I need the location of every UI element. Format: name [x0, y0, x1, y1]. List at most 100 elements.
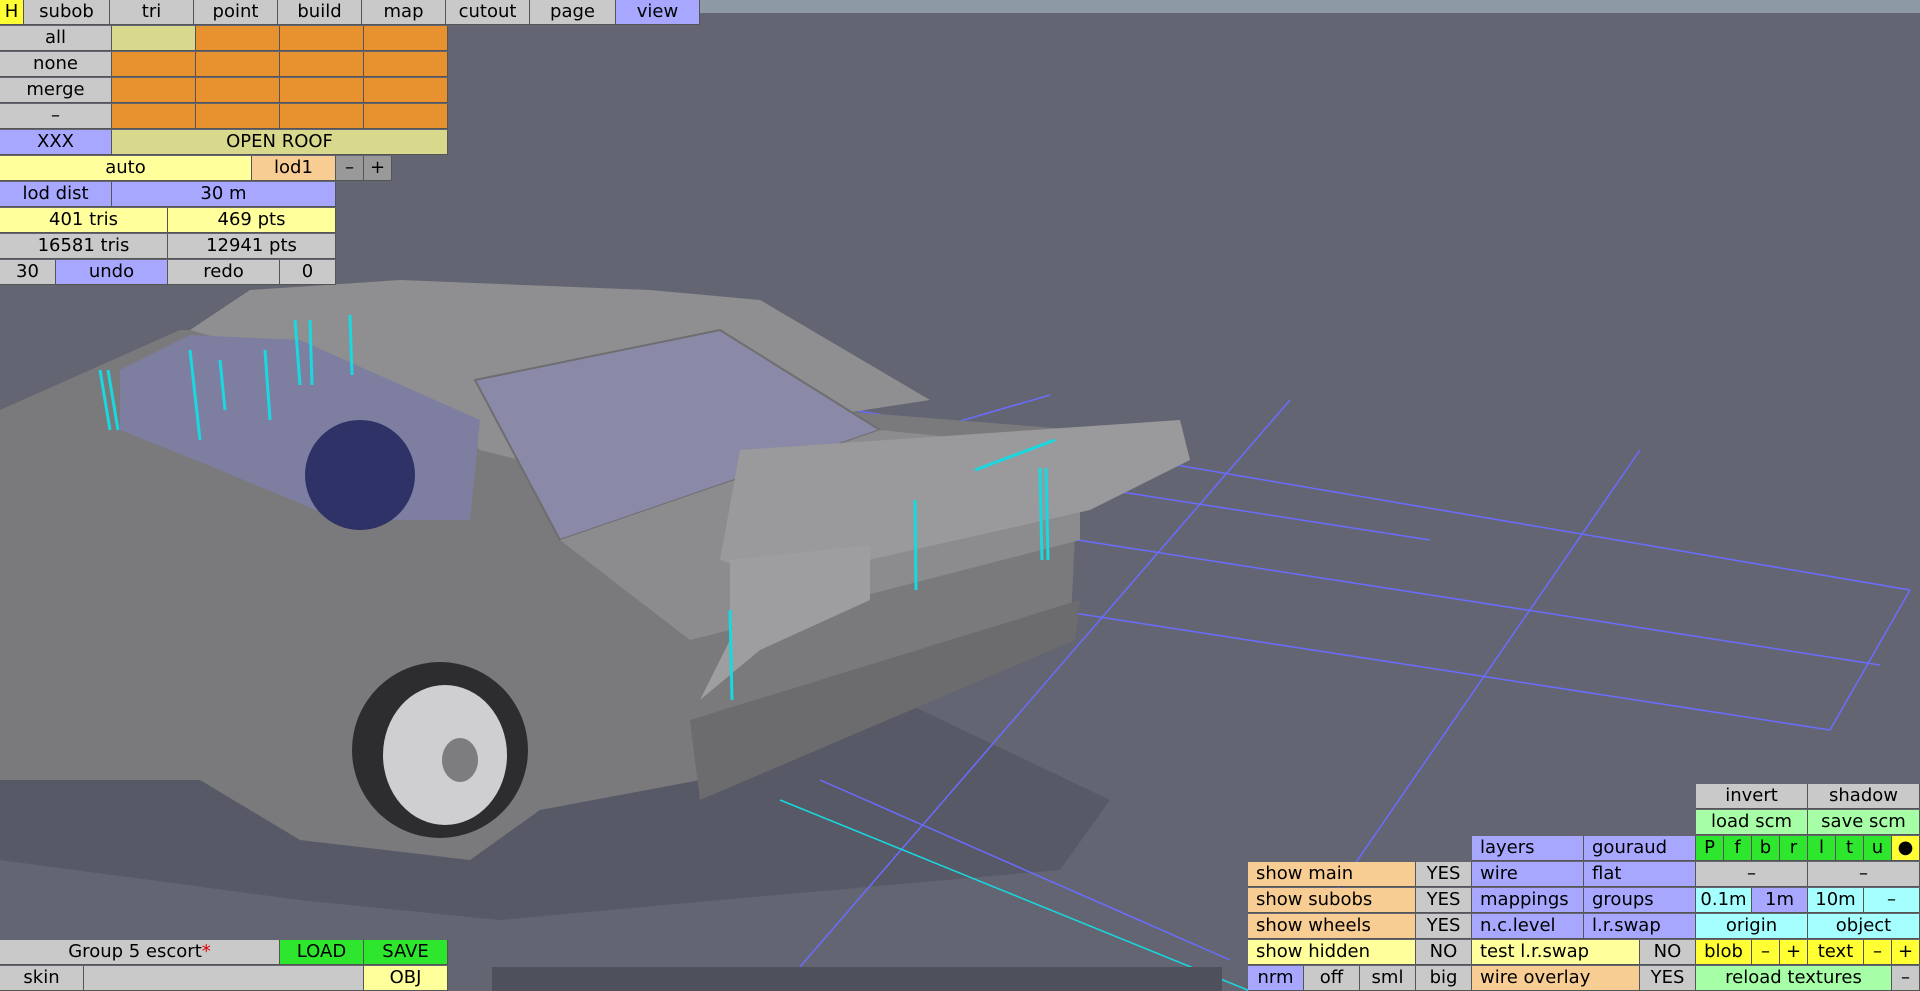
nc-level-button[interactable]: n.c.level	[1472, 914, 1584, 939]
viewport-bottom-bar	[492, 967, 1222, 991]
show-subobs-toggle[interactable]: show subobs	[1248, 888, 1416, 913]
tab-map[interactable]: map	[362, 0, 446, 25]
load-button[interactable]: LOAD	[280, 940, 364, 965]
undo-button[interactable]: undo	[56, 260, 168, 285]
show-wheels-value[interactable]: YES	[1416, 914, 1472, 939]
reload-dash-button[interactable]: –	[1892, 966, 1920, 991]
view-dir-p-button[interactable]: P	[1696, 836, 1724, 861]
test-lr-swap-toggle[interactable]: test l.r.swap	[1472, 940, 1640, 965]
show-hidden-value[interactable]: NO	[1416, 940, 1472, 965]
car-rear-hub	[442, 738, 478, 782]
selection-slot-3a[interactable]	[112, 78, 196, 103]
show-wheels-toggle[interactable]: show wheels	[1248, 914, 1416, 939]
select-none-button[interactable]: none	[0, 52, 112, 77]
view-dir-u-button[interactable]: u	[1864, 836, 1892, 861]
lod-plus-button[interactable]: +	[364, 156, 392, 181]
text-button[interactable]: text	[1808, 940, 1864, 965]
view-dir-t-button[interactable]: t	[1836, 836, 1864, 861]
show-hidden-toggle[interactable]: show hidden	[1248, 940, 1416, 965]
tab-page[interactable]: page	[530, 0, 616, 25]
selection-slot-3d[interactable]	[364, 78, 448, 103]
grid-0-1m-button[interactable]: 0.1m	[1696, 888, 1752, 913]
tab-view[interactable]: view	[616, 0, 700, 25]
dash-button-right[interactable]: –	[1808, 862, 1920, 887]
save-scm-button[interactable]: save scm	[1808, 810, 1920, 835]
test-lr-swap-value[interactable]: NO	[1640, 940, 1696, 965]
tab-build[interactable]: build	[278, 0, 362, 25]
selection-slot-2d[interactable]	[364, 52, 448, 77]
obj-button[interactable]: OBJ	[364, 966, 448, 991]
tab-tri[interactable]: tri	[110, 0, 194, 25]
undo-count: 30	[0, 260, 56, 285]
wire-overlay-toggle[interactable]: wire overlay	[1472, 966, 1640, 991]
lod-dist-value[interactable]: 30 m	[112, 182, 336, 207]
selection-slot-3c[interactable]	[280, 78, 364, 103]
origin-button[interactable]: origin	[1696, 914, 1808, 939]
view-dir-dot-button[interactable]: ●	[1892, 836, 1920, 861]
skin-field[interactable]	[84, 966, 364, 991]
selection-slot-4a[interactable]	[112, 104, 196, 129]
size-sml-button[interactable]: sml	[1360, 966, 1416, 991]
mappings-button[interactable]: mappings	[1472, 888, 1584, 913]
total-pts-count: 12941 pts	[168, 234, 336, 259]
show-subobs-value[interactable]: YES	[1416, 888, 1472, 913]
selection-slot-3b[interactable]	[196, 78, 280, 103]
size-nrm-button[interactable]: nrm	[1248, 966, 1304, 991]
merge-button[interactable]: merge	[0, 78, 112, 103]
redo-button[interactable]: redo	[168, 260, 280, 285]
tab-point[interactable]: point	[194, 0, 278, 25]
layers-button[interactable]: layers	[1472, 836, 1584, 861]
selection-slot-1d[interactable]	[364, 26, 448, 51]
object-button[interactable]: object	[1808, 914, 1920, 939]
grid-dash-button[interactable]: –	[1864, 888, 1920, 913]
save-button[interactable]: SAVE	[364, 940, 448, 965]
show-main-toggle[interactable]: show main	[1248, 862, 1416, 887]
view-dir-l-button[interactable]: l	[1808, 836, 1836, 861]
dash-button[interactable]: –	[0, 104, 112, 129]
view-dir-b-button[interactable]: b	[1752, 836, 1780, 861]
layer-name-button[interactable]: XXX	[0, 130, 112, 155]
tab-subob[interactable]: subob	[24, 0, 110, 25]
load-scm-button[interactable]: load scm	[1696, 810, 1808, 835]
groups-button[interactable]: groups	[1584, 888, 1696, 913]
size-off-button[interactable]: off	[1304, 966, 1360, 991]
skin-label: skin	[0, 966, 84, 991]
help-button[interactable]: H	[0, 0, 24, 25]
open-roof-button[interactable]: OPEN ROOF	[112, 130, 448, 155]
gouraud-button[interactable]: gouraud	[1584, 836, 1696, 861]
flat-button[interactable]: flat	[1584, 862, 1696, 887]
text-minus-button[interactable]: –	[1864, 940, 1892, 965]
lod-auto-button[interactable]: auto	[0, 156, 252, 181]
blob-minus-button[interactable]: –	[1752, 940, 1780, 965]
view-dir-f-button[interactable]: f	[1724, 836, 1752, 861]
size-big-button[interactable]: big	[1416, 966, 1472, 991]
wire-overlay-value[interactable]: YES	[1640, 966, 1696, 991]
reload-textures-button[interactable]: reload textures	[1696, 966, 1892, 991]
selection-slot-2b[interactable]	[196, 52, 280, 77]
selection-slot-4c[interactable]	[280, 104, 364, 129]
blob-plus-button[interactable]: +	[1780, 940, 1808, 965]
lod-current-button[interactable]: lod1	[252, 156, 336, 181]
selection-slot-1b[interactable]	[196, 26, 280, 51]
selection-slot-4b[interactable]	[196, 104, 280, 129]
selection-slot-2a[interactable]	[112, 52, 196, 77]
show-main-value[interactable]: YES	[1416, 862, 1472, 887]
wire-button[interactable]: wire	[1472, 862, 1584, 887]
dash-button-left[interactable]: –	[1696, 862, 1808, 887]
lod-minus-button[interactable]: –	[336, 156, 364, 181]
lr-swap-button[interactable]: l.r.swap	[1584, 914, 1696, 939]
shadow-button[interactable]: shadow	[1808, 784, 1920, 809]
selection-slot-2c[interactable]	[280, 52, 364, 77]
file-name-field[interactable]: Group 5 escort*	[0, 940, 280, 965]
text-plus-button[interactable]: +	[1892, 940, 1920, 965]
invert-button[interactable]: invert	[1696, 784, 1808, 809]
grid-10m-button[interactable]: 10m	[1808, 888, 1864, 913]
grid-1m-button[interactable]: 1m	[1752, 888, 1808, 913]
tab-cutout[interactable]: cutout	[446, 0, 530, 25]
blob-button[interactable]: blob	[1696, 940, 1752, 965]
selection-slot-4d[interactable]	[364, 104, 448, 129]
view-dir-r-button[interactable]: r	[1780, 836, 1808, 861]
select-all-button[interactable]: all	[0, 26, 112, 51]
selection-slot-1a[interactable]	[112, 26, 196, 51]
selection-slot-1c[interactable]	[280, 26, 364, 51]
